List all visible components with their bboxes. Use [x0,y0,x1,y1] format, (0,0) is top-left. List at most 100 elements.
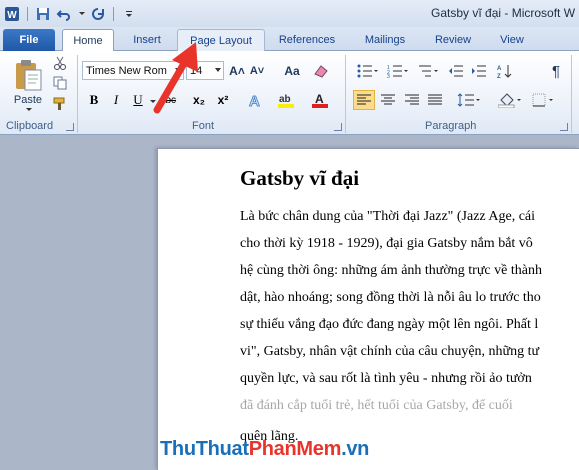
svg-text:ab: ab [279,94,291,105]
paragraph-group-label: Paragraph [425,120,477,132]
quick-access-toolbar: W [0,0,137,27]
align-right-button[interactable] [402,90,422,110]
font-size-combo[interactable]: 14 [186,61,224,80]
increase-indent-button[interactable] [470,62,488,80]
font-dialog-launcher[interactable] [334,123,342,131]
increase-indent-icon [472,65,486,77]
save-icon[interactable] [35,6,51,22]
superscript-button[interactable]: x² [214,91,232,109]
word-logo-icon[interactable]: W [4,6,20,22]
site-watermark: ThuThuatPhanMem.vn [160,438,369,461]
qat-separator [113,6,114,21]
paragraph-dialog-launcher[interactable] [560,123,568,131]
borders-icon [532,93,553,107]
multilevel-list-icon [419,65,438,77]
tab-home[interactable]: Home [62,29,114,52]
clipboard-group-label: Clipboard [6,120,54,132]
group-separator [77,55,78,133]
align-right-icon [405,94,419,105]
tab-file[interactable]: File [3,29,55,51]
text-effects-button[interactable]: A [246,91,268,109]
show-formatting-button[interactable]: ¶ [545,61,567,81]
document-line: cho thời kỳ 1918 - 1929), đại gia Gatsby… [240,236,533,251]
svg-text:3: 3 [387,74,390,78]
borders-button[interactable] [530,90,558,110]
text-effects-icon: A [249,93,261,108]
document-page[interactable] [157,148,579,470]
copy-icon [53,76,67,90]
redo-icon[interactable] [90,6,106,22]
watermark-part: .vn [341,438,370,460]
tab-references[interactable]: References [270,29,344,51]
bullets-button[interactable] [355,62,381,80]
group-separator [345,55,346,133]
font-name-value: Times New Rom [86,64,167,77]
bullets-icon [357,64,378,78]
numbering-button[interactable]: 123 [385,62,411,80]
window-title: Gatsby vĩ đại - Microsoft W [431,6,576,20]
font-name-dropdown-icon[interactable] [175,68,181,72]
font-size-dropdown-icon[interactable] [215,68,221,72]
tab-view[interactable]: View [490,29,534,51]
font-color-button[interactable]: A [310,91,332,109]
document-line: sự thiếu vắng đạo đức đang ngày một lên … [240,317,539,332]
copy-button[interactable] [52,75,68,91]
grow-font-button[interactable]: A˄ [228,62,246,80]
highlighter-icon: ab [278,94,294,108]
qat-separator [27,6,28,21]
align-left-button[interactable] [353,90,375,110]
clear-formatting-button[interactable] [312,62,330,80]
document-line: đã đánh cắp tuổi trẻ, hết tuổi của Gatsb… [240,398,513,413]
shrink-font-button[interactable]: A˅ [248,62,266,80]
font-group-label: Font [192,120,215,132]
document-line: Là bức chân dung của "Thời đại Jazz" (Ja… [240,209,536,224]
tab-insert[interactable]: Insert [122,29,172,51]
font-name-combo[interactable]: Times New Rom [82,61,184,80]
line-spacing-icon [457,93,480,107]
cut-button[interactable] [52,55,68,71]
document-line: dật, hào nhoáng; song đồng thời là nỗi â… [240,290,541,305]
underline-button[interactable]: U [130,91,146,109]
paste-button[interactable]: Paste [8,55,48,113]
customize-icon[interactable] [121,6,137,22]
svg-text:Z: Z [497,74,501,79]
align-center-icon [381,94,395,105]
paste-icon [16,59,42,90]
decrease-indent-icon [449,65,463,77]
line-spacing-button[interactable] [455,90,483,110]
sort-button[interactable]: AZ [496,62,514,80]
align-left-icon [357,94,371,105]
format-painter-button[interactable] [52,96,68,112]
font-size-value: 14 [190,64,203,77]
svg-text:A: A [497,66,502,72]
subscript-button[interactable]: x₂ [190,91,208,109]
undo-icon[interactable] [56,6,72,22]
tab-page-layout[interactable]: Page Layout [177,29,265,51]
document-heading: Gatsby vĩ đại [240,166,360,190]
clipboard-dialog-launcher[interactable] [66,123,74,131]
svg-text:W: W [7,10,17,21]
paste-dropdown-icon[interactable] [26,107,32,111]
shading-button[interactable] [496,90,524,110]
multilevel-list-button[interactable] [415,62,441,80]
undo-dropdown-icon[interactable] [79,12,85,15]
align-center-button[interactable] [378,90,398,110]
justify-button[interactable] [425,90,445,110]
eraser-icon [314,65,328,78]
italic-button[interactable]: I [108,91,124,109]
ribbon: Paste Clipboard Times New Rom 14 A˄ A˅ A… [0,51,579,135]
scissors-icon [54,56,66,70]
strikethrough-button[interactable]: abc [158,91,178,109]
font-color-icon: A [312,92,328,108]
tab-mailings[interactable]: Mailings [352,29,418,51]
document-line: quyền lực, và sau rốt là tình yêu - nhưn… [240,371,532,386]
tab-review[interactable]: Review [426,29,480,51]
bold-button[interactable]: B [86,91,102,109]
decrease-indent-button[interactable] [447,62,465,80]
highlight-button[interactable]: ab [276,91,298,109]
underline-dropdown-icon[interactable] [150,100,156,103]
change-case-button[interactable]: Aa [280,62,304,80]
numbering-icon: 123 [387,65,408,78]
svg-text:A: A [315,92,324,106]
paint-bucket-icon [498,93,521,108]
